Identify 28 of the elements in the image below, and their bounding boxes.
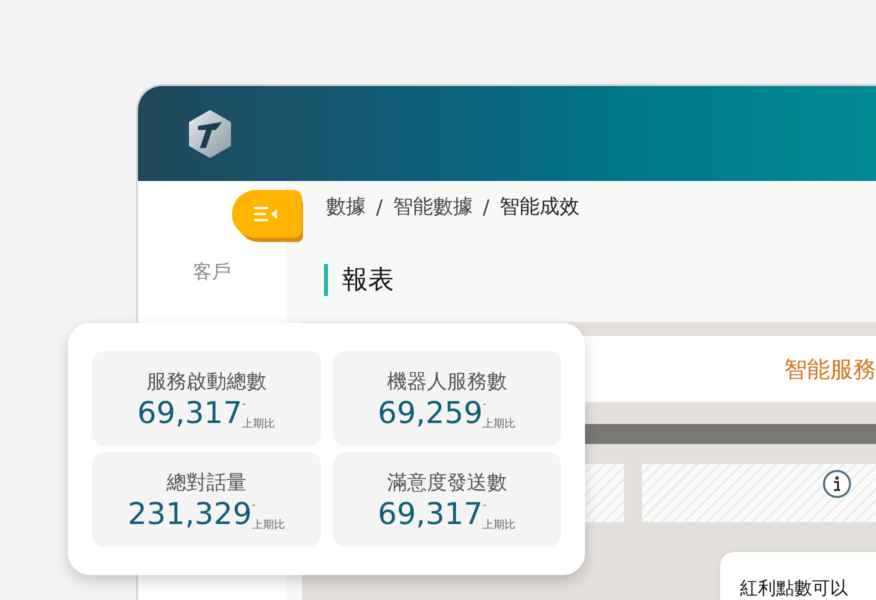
breadcrumb-link[interactable]: 智能數據: [392, 193, 473, 220]
info-icon[interactable]: [822, 469, 852, 499]
banner-title: 智能服務: [784, 356, 876, 384]
breadcrumb-separator: /: [376, 194, 383, 218]
stat-label: 滿意度發送數: [386, 469, 507, 496]
trend-indicator: -: [482, 501, 486, 511]
breadcrumb-link[interactable]: 智能成效: [500, 193, 580, 220]
compare-label: 上期比: [242, 418, 276, 429]
stat-value: 69,317: [378, 500, 483, 530]
menu-icon: [254, 206, 280, 222]
breadcrumb-link[interactable]: 數據: [326, 193, 366, 220]
compare-label: 上期比: [252, 519, 285, 530]
logo-icon: [186, 108, 234, 160]
breadcrumb-separator: /: [482, 194, 490, 218]
stat-label: 服務啟動總數: [146, 368, 266, 395]
stat-value: 231,329: [128, 500, 252, 530]
compare-label: 上期比: [482, 519, 516, 530]
stat-value: 69,259: [378, 399, 483, 429]
trend-indicator: -: [242, 400, 246, 410]
menu-toggle-button[interactable]: [232, 190, 302, 238]
stat-value: 69,317: [137, 399, 242, 429]
compare-label: 上期比: [482, 418, 516, 429]
trend-indicator: -: [252, 501, 256, 511]
page-title: 報表: [324, 264, 876, 296]
stat-label: 機器人服務數: [386, 368, 507, 395]
trend-indicator: -: [482, 400, 486, 410]
tooltip: 紅利點數可以: [720, 552, 876, 600]
stat-label: 總對話量: [166, 469, 246, 496]
